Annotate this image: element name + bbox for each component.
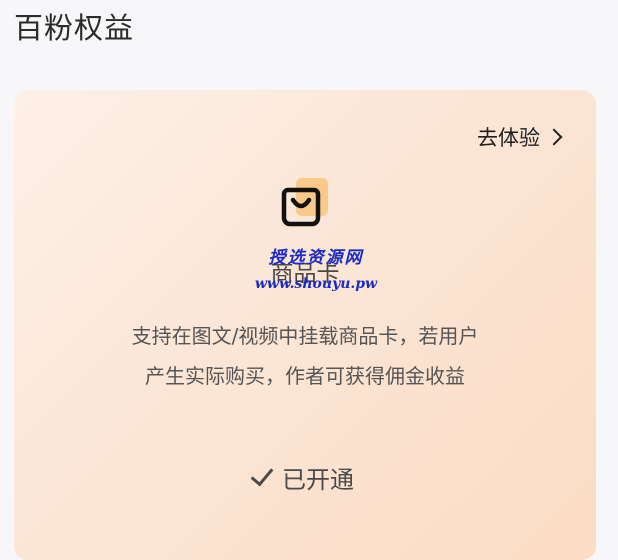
- watermark-line-1: 授选资源网: [268, 248, 364, 268]
- page-title: 百粉权益: [14, 11, 135, 45]
- description-line-2: 产生实际购买，作者可获得佣金收益: [145, 364, 465, 388]
- feature-description: 支持在图文/视频中挂载商品卡，若用户 产生实际购买，作者可获得佣金收益: [14, 316, 596, 396]
- chevron-right-icon: [545, 128, 563, 145]
- shopping-bag-icon: [281, 178, 328, 227]
- checkmark-icon: [250, 462, 274, 487]
- description-line-1: 支持在图文/视频中挂载商品卡，若用户: [131, 324, 479, 348]
- watermark-line-2: www.shouyu.pw: [254, 276, 378, 292]
- activation-status: 已开通: [14, 460, 596, 495]
- try-experience-link[interactable]: 去体验: [477, 122, 563, 152]
- watermark: 授选资源网 www.shouyu.pw: [236, 246, 396, 294]
- benefit-card: 去体验 商品卡 授选资源网 www.shouyu.pw 支持在图文/视频中挂载商…: [14, 90, 596, 560]
- status-label: 已开通: [282, 466, 354, 494]
- try-experience-label: 去体验: [477, 126, 540, 150]
- bag-accent-shape: [296, 178, 328, 216]
